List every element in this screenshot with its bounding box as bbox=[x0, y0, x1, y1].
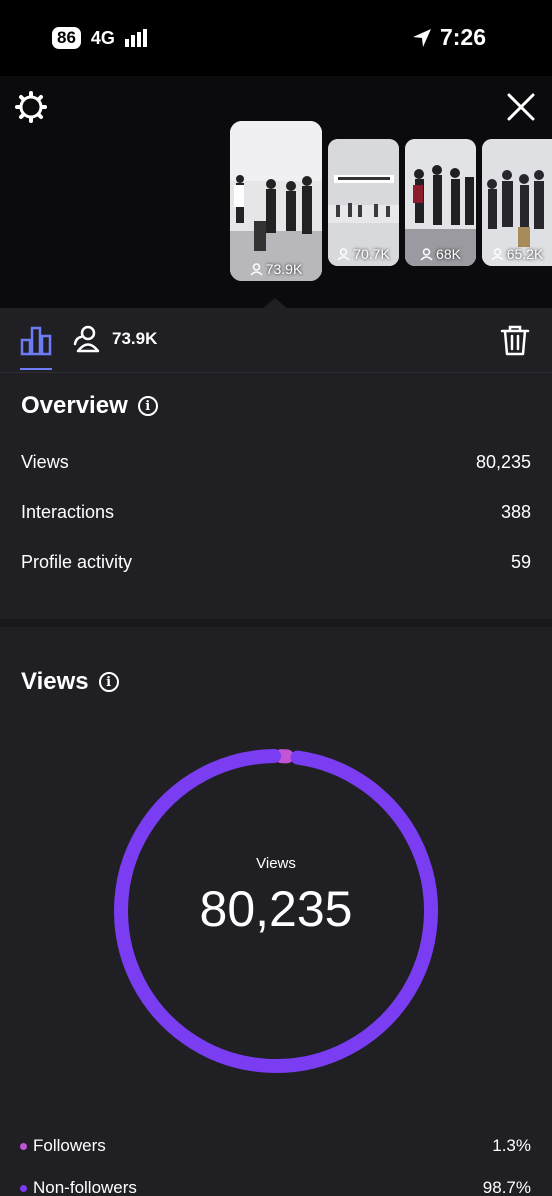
overview-row-views: Views 80,235 bbox=[21, 452, 531, 472]
network-label: 4G bbox=[90, 27, 115, 48]
post-thumbnail-active[interactable]: 73.9K bbox=[230, 121, 322, 281]
reach-value: 73.9K bbox=[112, 329, 158, 348]
person-icon bbox=[337, 247, 350, 261]
thumbnail-reach-label: 70.7K bbox=[328, 246, 399, 262]
settings-gear-icon[interactable] bbox=[14, 90, 48, 124]
non-followers-dot bbox=[20, 1184, 27, 1192]
section-divider bbox=[0, 619, 552, 627]
post-thumbnail[interactable]: 68K bbox=[405, 139, 476, 266]
battery-indicator: 86 bbox=[52, 27, 81, 49]
post-thumbnail[interactable]: 70.7K bbox=[328, 139, 399, 266]
post-thumbnail[interactable]: 65.2K bbox=[482, 139, 552, 266]
legend-followers: Followers 1.3% bbox=[20, 1136, 531, 1156]
overview-row-interactions: Interactions 388 bbox=[21, 502, 531, 522]
person-icon bbox=[491, 247, 504, 261]
status-left: 86 4G bbox=[52, 27, 147, 49]
tab-reach[interactable]: 73.9K bbox=[72, 324, 157, 354]
followers-dot bbox=[20, 1142, 27, 1150]
status-right: 7:26 bbox=[412, 24, 486, 51]
donut-center-value: 80,235 bbox=[199, 881, 353, 937]
thumbnail-reach-label: 73.9K bbox=[230, 261, 322, 277]
insights-tabs: 73.9K bbox=[0, 308, 552, 372]
signal-icon bbox=[124, 29, 147, 47]
status-bar: 86 4G 7:26 bbox=[0, 0, 552, 76]
person-icon bbox=[420, 247, 433, 261]
info-icon[interactable]: i bbox=[137, 396, 158, 416]
info-icon[interactable]: i bbox=[98, 672, 119, 692]
insights-panel: 73.9K Overview i Views 80,235 Interactio… bbox=[0, 308, 552, 1196]
thumbnail-reach-label: 65.2K bbox=[482, 246, 552, 262]
bar-chart-icon[interactable] bbox=[20, 324, 52, 356]
donut-center-label: Views bbox=[256, 855, 296, 872]
views-heading: Views i bbox=[21, 668, 119, 696]
post-preview-image bbox=[230, 121, 322, 281]
overview-row-profile-activity: Profile activity 59 bbox=[21, 552, 531, 572]
trash-icon[interactable] bbox=[500, 324, 530, 356]
status-time: 7:26 bbox=[439, 24, 486, 50]
legend-non-followers: Non-followers 98.7% bbox=[20, 1178, 531, 1196]
accounts-reached-icon bbox=[73, 325, 100, 353]
thumbnail-reach-label: 68K bbox=[405, 246, 476, 262]
tabs-divider bbox=[0, 372, 552, 373]
post-carousel-header: 73.9K 70.7K 68K 65.2K bbox=[0, 76, 552, 310]
location-arrow-icon bbox=[412, 28, 431, 47]
close-icon[interactable] bbox=[506, 92, 536, 122]
overview-heading: Overview i bbox=[21, 392, 158, 420]
person-icon bbox=[250, 262, 263, 276]
active-tab-indicator bbox=[20, 368, 52, 370]
